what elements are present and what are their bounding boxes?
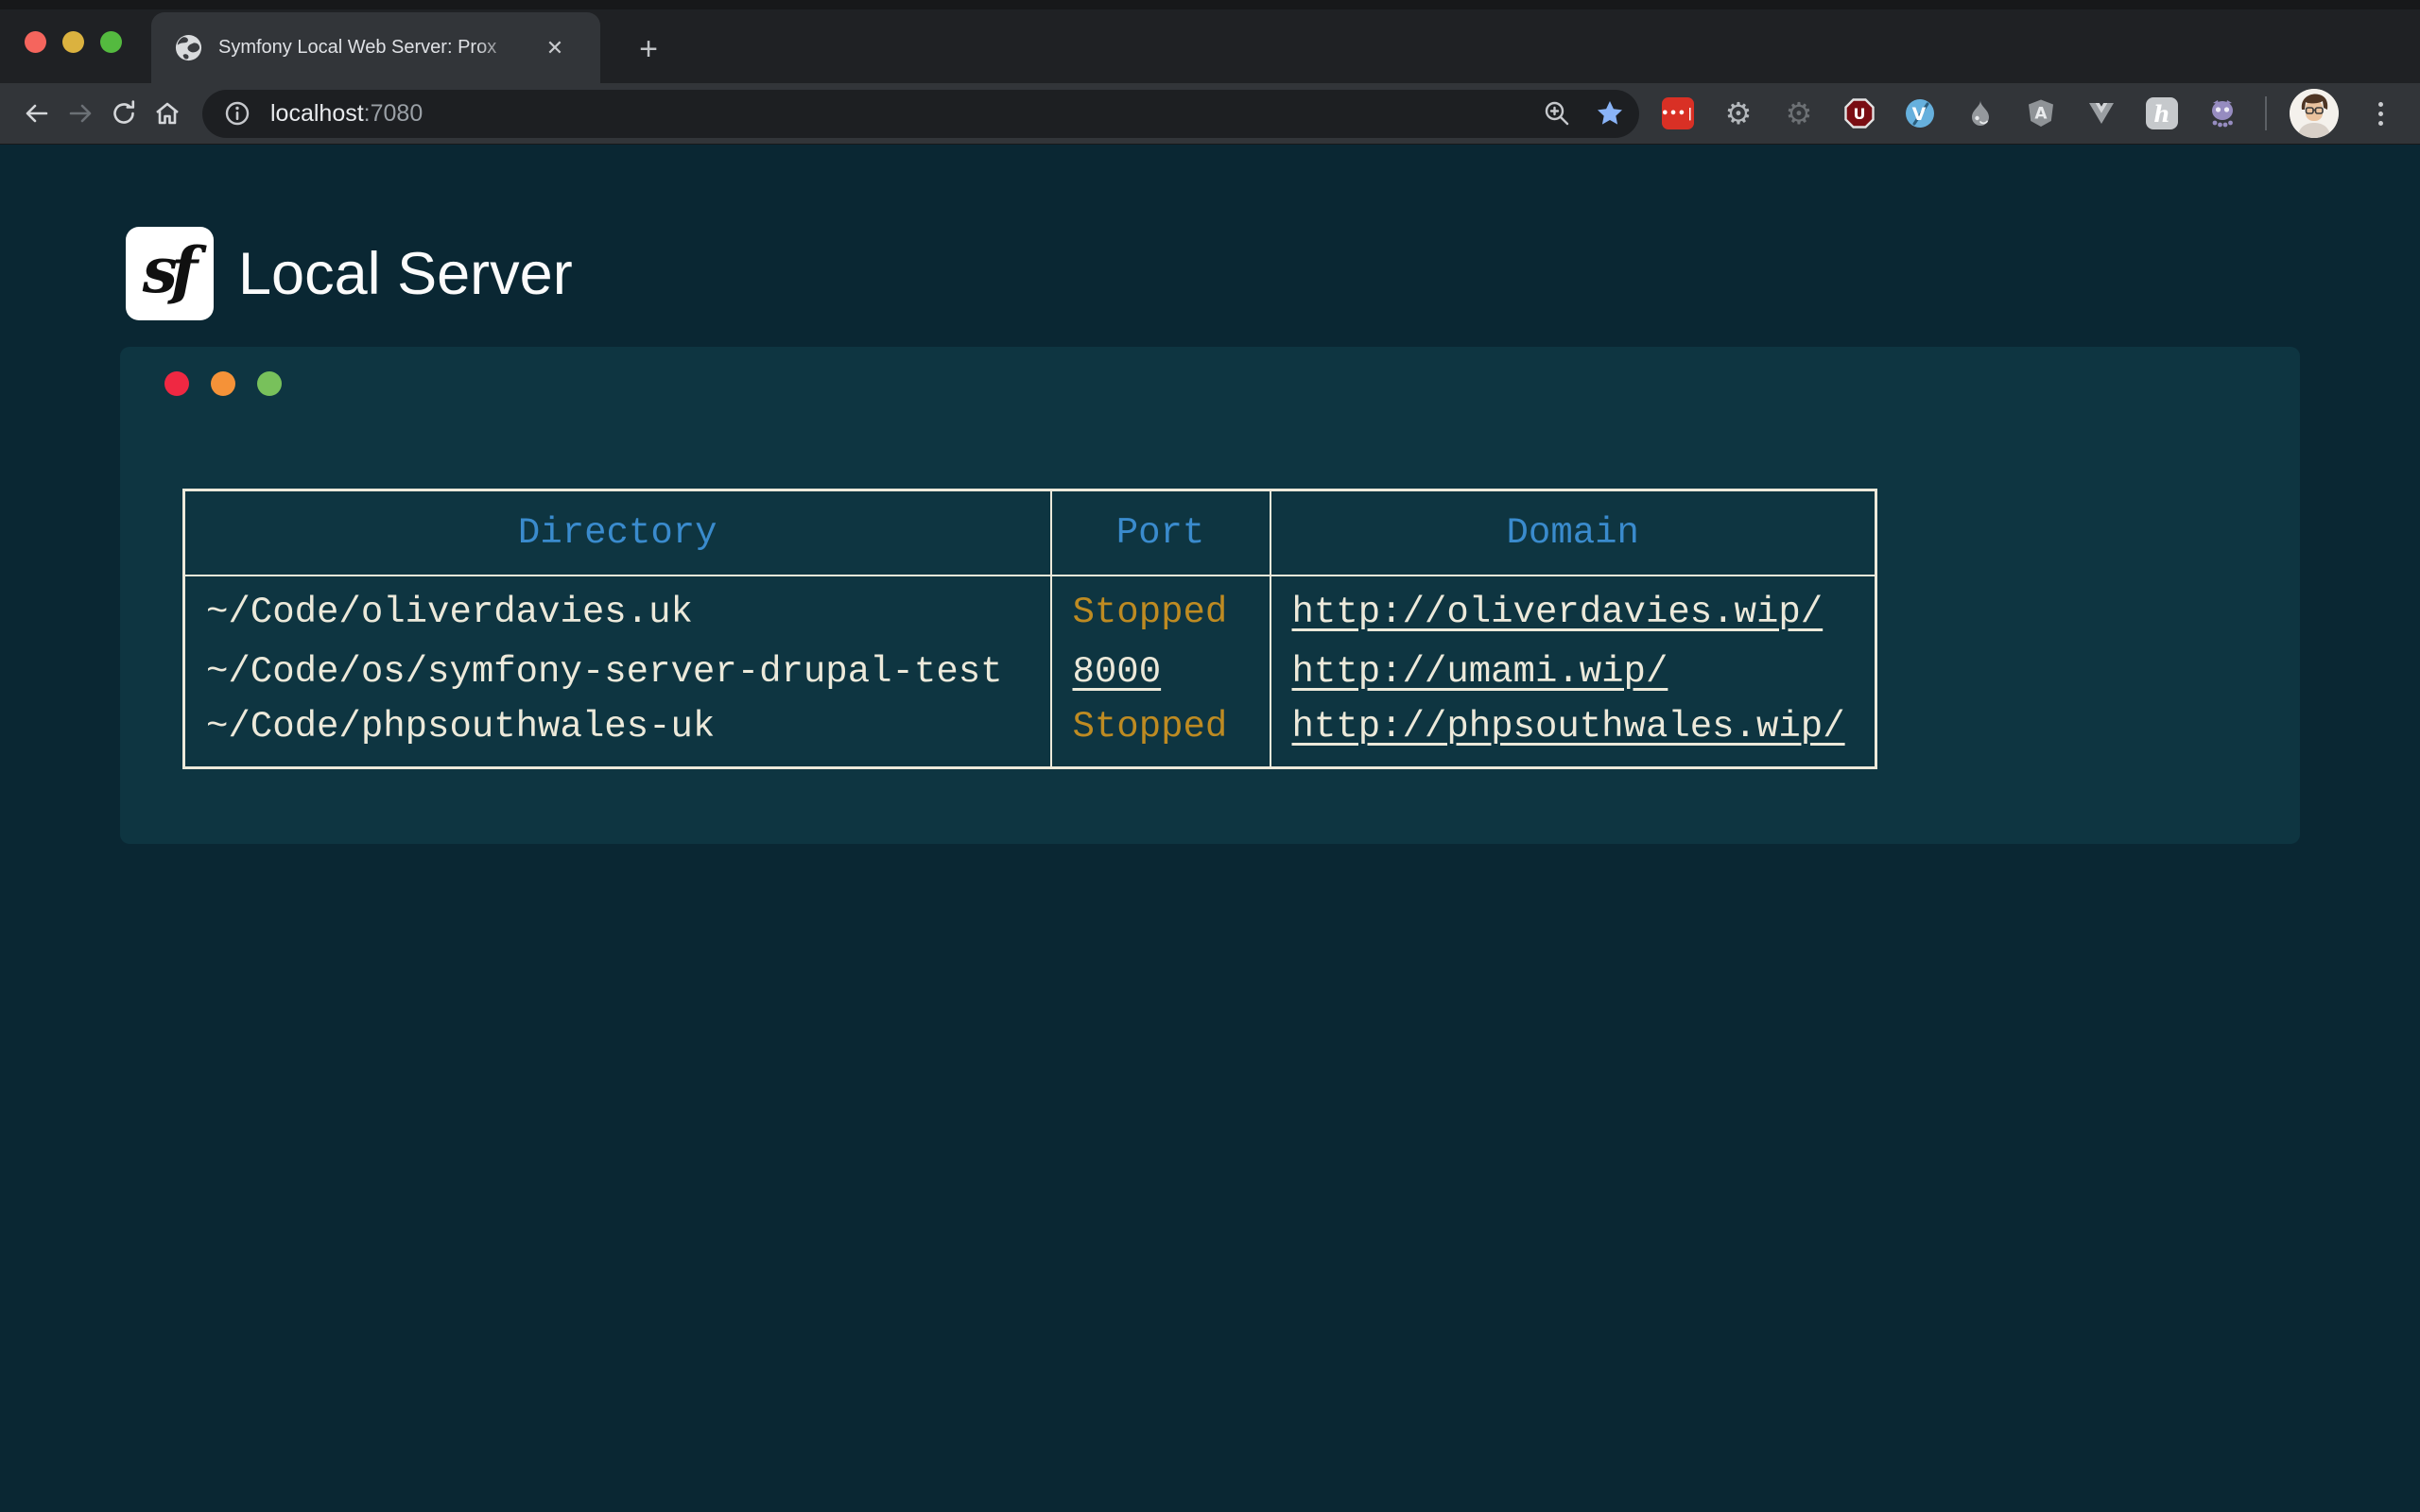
honey-extension-icon[interactable]: h xyxy=(2146,97,2178,129)
terminal-window-dots xyxy=(164,371,282,396)
browser-tab[interactable]: Symfony Local Web Server: Prox ✕ xyxy=(151,12,600,83)
profile-avatar[interactable] xyxy=(2290,89,2339,138)
address-bar[interactable]: localhost:7080 xyxy=(202,90,1639,138)
settings-gear-extension-icon[interactable]: ⚙ xyxy=(1722,97,1754,129)
window-minimize-button[interactable] xyxy=(62,31,84,53)
terminal-green-dot-icon xyxy=(257,371,282,396)
lastpass-extension-icon[interactable]: •••| xyxy=(1662,97,1694,129)
extensions-row: •••| ⚙ ⚙ U V A xyxy=(1662,97,2238,129)
new-tab-button[interactable]: + xyxy=(622,30,675,68)
reload-button[interactable] xyxy=(102,92,146,135)
tab-close-icon[interactable]: ✕ xyxy=(540,33,570,63)
back-button[interactable] xyxy=(15,92,59,135)
domain-link[interactable]: http://oliverdavies.wip/ xyxy=(1292,592,1824,633)
table-row: ~/Code/os/symfony-server-drupal-test 800… xyxy=(184,640,1876,704)
svg-text:V: V xyxy=(1912,104,1927,125)
browser-toolbar: localhost:7080 •••| ⚙ ⚙ U V xyxy=(0,83,2420,145)
symfony-logo-icon: sf xyxy=(126,227,214,320)
url-host: localhost xyxy=(270,100,364,127)
site-info-icon[interactable] xyxy=(221,97,253,129)
page-title: Local Server xyxy=(238,240,573,308)
servers-table: Directory Port Domain ~/Code/oliverdavie… xyxy=(182,489,1877,769)
table-row: ~/Code/phpsouthwales-uk Stopped http://p… xyxy=(184,704,1876,768)
terminal-card: Directory Port Domain ~/Code/oliverdavie… xyxy=(120,347,2300,844)
window-close-button[interactable] xyxy=(25,31,46,53)
directory-cell: ~/Code/phpsouthwales-uk xyxy=(184,704,1051,768)
window-zoom-button[interactable] xyxy=(100,31,122,53)
url-port: :7080 xyxy=(364,100,424,127)
tab-bar: Symfony Local Web Server: Prox ✕ + xyxy=(0,0,2420,83)
page-content: sf Local Server Directory Port Domain xyxy=(0,145,2420,1511)
domain-link[interactable]: http://umami.wip/ xyxy=(1292,651,1668,693)
directory-cell: ~/Code/oliverdavies.uk xyxy=(184,576,1051,640)
table-header-row: Directory Port Domain xyxy=(184,490,1876,576)
globe-favicon-icon xyxy=(174,33,203,62)
svg-text:A: A xyxy=(2034,105,2048,124)
port-column-header: Port xyxy=(1051,490,1270,576)
vimium-extension-icon[interactable]: V xyxy=(1904,97,1936,129)
bookmark-star-icon[interactable] xyxy=(1594,97,1626,129)
table-row: ~/Code/oliverdavies.uk Stopped http://ol… xyxy=(184,576,1876,640)
url-text[interactable]: localhost:7080 xyxy=(270,100,1541,128)
port-status: Stopped xyxy=(1073,592,1228,633)
svg-text:U: U xyxy=(1854,105,1866,123)
ublock-extension-icon[interactable]: U xyxy=(1843,97,1876,129)
directory-column-header: Directory xyxy=(184,490,1051,576)
back-arrow-icon xyxy=(22,98,52,129)
brand-header: sf Local Server xyxy=(126,227,2420,320)
tab-title: Symfony Local Web Server: Prox xyxy=(218,37,530,59)
port-link[interactable]: 8000 xyxy=(1073,651,1162,693)
github-octocat-extension-icon[interactable] xyxy=(2206,97,2238,129)
vue-extension-icon[interactable] xyxy=(2085,97,2118,129)
drupal-extension-icon[interactable] xyxy=(1964,97,1996,129)
terminal-red-dot-icon xyxy=(164,371,189,396)
directory-cell: ~/Code/os/symfony-server-drupal-test xyxy=(184,640,1051,704)
toolbar-divider xyxy=(2265,96,2267,130)
disabled-gear-extension-icon[interactable]: ⚙ xyxy=(1783,97,1815,129)
terminal-orange-dot-icon xyxy=(211,371,235,396)
browser-menu-button[interactable] xyxy=(2361,102,2399,126)
zoom-icon[interactable] xyxy=(1541,97,1573,129)
home-button[interactable] xyxy=(146,92,189,135)
reload-icon xyxy=(109,98,139,129)
home-icon xyxy=(152,98,182,129)
window-controls xyxy=(25,31,122,53)
port-status: Stopped xyxy=(1073,706,1228,747)
angular-extension-icon[interactable]: A xyxy=(2025,97,2057,129)
forward-arrow-icon xyxy=(65,98,95,129)
domain-link[interactable]: http://phpsouthwales.wip/ xyxy=(1292,706,1845,747)
forward-button[interactable] xyxy=(59,92,102,135)
domain-column-header: Domain xyxy=(1270,490,1876,576)
